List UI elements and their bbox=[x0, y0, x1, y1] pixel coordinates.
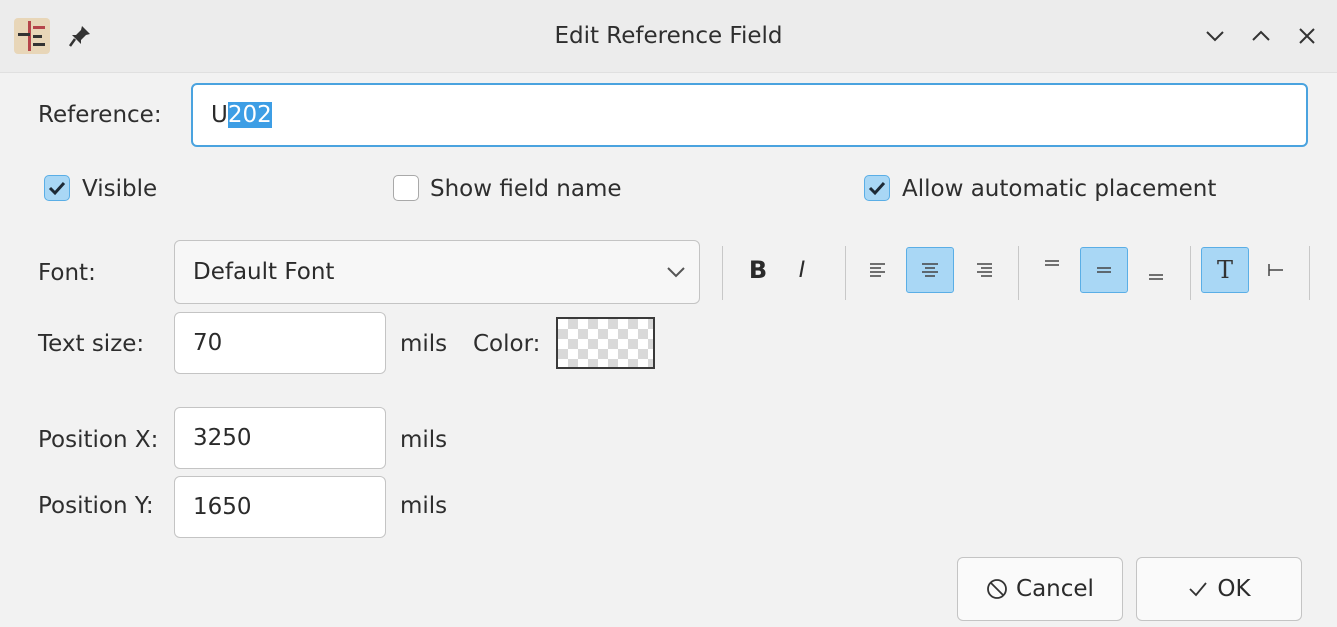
font-label: Font: bbox=[38, 260, 96, 286]
cancel-button[interactable]: Cancel bbox=[957, 557, 1123, 621]
maximize-icon[interactable] bbox=[1245, 20, 1277, 52]
toolbar-separator bbox=[1309, 246, 1310, 300]
reference-input[interactable]: U 202 bbox=[191, 83, 1308, 147]
italic-button[interactable]: I bbox=[778, 247, 826, 293]
valign-bottom-button[interactable] bbox=[1132, 247, 1180, 293]
toolbar-separator bbox=[722, 246, 723, 300]
align-left-icon bbox=[870, 263, 885, 277]
position-y-unit: mils bbox=[400, 493, 448, 519]
reference-prefix: U bbox=[211, 102, 228, 128]
position-x-label: Position X: bbox=[38, 427, 159, 453]
valign-center-button[interactable] bbox=[1080, 247, 1128, 293]
ok-button[interactable]: OK bbox=[1136, 557, 1302, 621]
bold-button[interactable]: B bbox=[734, 247, 782, 293]
text-orientation-horizontal-button[interactable]: T bbox=[1201, 247, 1249, 293]
toolbar-separator bbox=[1190, 246, 1191, 300]
show-field-name-checkbox[interactable] bbox=[393, 175, 419, 201]
toolbar-separator bbox=[1018, 246, 1019, 300]
visible-checkbox[interactable] bbox=[44, 175, 70, 201]
align-right-icon bbox=[977, 263, 992, 277]
toolbar-separator bbox=[845, 246, 846, 300]
chevron-down-icon bbox=[667, 267, 685, 278]
show-field-name-label: Show field name bbox=[430, 176, 622, 202]
valign-center-icon bbox=[1097, 267, 1111, 273]
text-size-input[interactable]: 70 bbox=[174, 312, 386, 374]
visible-label: Visible bbox=[82, 176, 158, 202]
orientation-vertical-icon bbox=[1268, 264, 1283, 276]
text-size-unit: mils bbox=[400, 331, 448, 357]
align-right-button[interactable] bbox=[960, 247, 1008, 293]
checkmark-icon bbox=[868, 181, 886, 196]
font-select-value: Default Font bbox=[193, 259, 335, 285]
text-orientation-vertical-button[interactable] bbox=[1252, 247, 1300, 293]
cancel-icon bbox=[987, 579, 1007, 599]
checkmark-icon bbox=[48, 181, 66, 196]
position-x-unit: mils bbox=[400, 427, 448, 453]
color-label: Color: bbox=[473, 331, 541, 357]
position-y-label: Position Y: bbox=[38, 493, 154, 519]
align-center-icon bbox=[922, 263, 938, 277]
align-left-button[interactable] bbox=[854, 247, 902, 293]
auto-placement-checkbox[interactable] bbox=[864, 175, 890, 201]
cancel-label: Cancel bbox=[1016, 576, 1094, 602]
close-icon[interactable] bbox=[1291, 20, 1323, 52]
auto-placement-label: Allow automatic placement bbox=[902, 176, 1217, 202]
text-size-label: Text size: bbox=[38, 331, 145, 357]
checkmark-icon bbox=[1189, 582, 1208, 597]
reference-label: Reference: bbox=[38, 102, 162, 128]
valign-top-button[interactable] bbox=[1028, 247, 1076, 293]
valign-top-icon bbox=[1045, 260, 1059, 266]
font-select[interactable]: Default Font bbox=[174, 240, 700, 304]
valign-bottom-icon bbox=[1149, 274, 1163, 280]
title-bar: Edit Reference Field bbox=[0, 0, 1337, 73]
position-x-input[interactable]: 3250 bbox=[174, 407, 386, 469]
reference-selection: 202 bbox=[227, 102, 272, 128]
ok-label: OK bbox=[1217, 576, 1251, 602]
minimize-icon[interactable] bbox=[1199, 20, 1231, 52]
color-swatch-button[interactable] bbox=[556, 317, 655, 369]
align-center-button[interactable] bbox=[906, 247, 954, 293]
window-title: Edit Reference Field bbox=[554, 23, 783, 49]
position-y-input[interactable]: 1650 bbox=[174, 476, 386, 538]
